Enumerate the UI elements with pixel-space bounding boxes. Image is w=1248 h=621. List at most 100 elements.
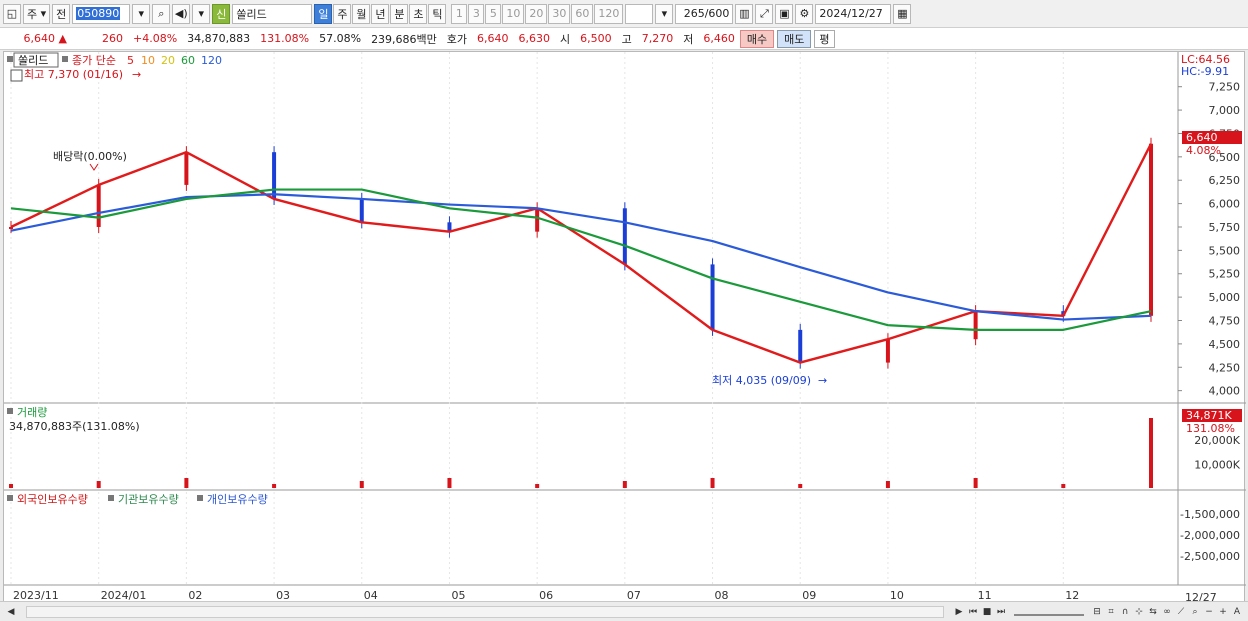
toolbar: ◱ 주 ▾ 전 050890 ▾ ⌕ ◀) ▾ 신 쏠리드 일주월년분초틱 13… [0, 0, 1248, 28]
custom-period-input[interactable] [625, 3, 654, 24]
count-field[interactable]: 265/600 [675, 3, 734, 24]
zoom-in-icon[interactable]: + [1216, 605, 1230, 619]
price-tick-label: 6,000 [1209, 198, 1241, 211]
credit-badge: 신 [212, 3, 231, 24]
count-max: /600 [704, 7, 730, 20]
date-field[interactable]: 2024/12/27 [815, 3, 892, 24]
institution-handle-icon[interactable] [108, 495, 114, 501]
volume-handle-icon[interactable] [7, 408, 13, 414]
zoom-out-icon[interactable]: − [1202, 605, 1216, 619]
high-marker-label: 최고 7,370 (01/16) [24, 68, 123, 81]
quote-volume: 34,870,883 [187, 32, 251, 45]
candle-body [798, 329, 803, 363]
chart-table-icon[interactable] [10, 69, 23, 82]
zoom-icon[interactable]: ⌕ [1188, 605, 1202, 619]
stock-name-field[interactable]: 쏠리드 [232, 3, 313, 24]
quote-volume-ratio: 131.08% [260, 32, 310, 45]
quote-open: 6,500 [580, 32, 612, 45]
sell-button[interactable]: 매도 [777, 29, 812, 48]
volume-tick-label: 20,000K [1194, 434, 1240, 447]
quote-ask2: 6,630 [518, 32, 551, 45]
holdings-tick-label: -2,500,000 [1180, 550, 1240, 563]
scroll-left-icon[interactable]: ◀ [4, 605, 18, 619]
calendar-icon[interactable]: ▦ [893, 3, 912, 24]
save-icon[interactable]: ▣ [775, 3, 794, 24]
period-tab-1[interactable]: 주 [333, 3, 352, 24]
crosshair-icon[interactable]: ⊹ [1132, 605, 1146, 619]
link-icon[interactable]: ∞ [1160, 605, 1174, 619]
font-size-icon[interactable]: A [1230, 605, 1244, 619]
scroll-right-icon[interactable]: ▶ [952, 605, 966, 619]
legend-handle-icon[interactable] [62, 56, 68, 62]
minute-tab-1[interactable]: 1 [451, 3, 468, 24]
market-select[interactable]: 주 ▾ [23, 3, 51, 24]
minute-tab-20[interactable]: 20 [525, 3, 548, 24]
period-tab-6[interactable]: 틱 [428, 3, 447, 24]
minute-tab-5[interactable]: 5 [485, 3, 502, 24]
quote-ask-label: 호가 [446, 32, 468, 46]
candle-body [622, 208, 627, 265]
quote-high-label: 고 [621, 32, 632, 46]
rewind-icon[interactable]: ⏮ [966, 605, 980, 619]
zoom-slider[interactable] [1014, 608, 1084, 616]
ma-legend-title: 종가 단순 [72, 54, 116, 67]
minute-tab-60[interactable]: 60 [571, 3, 594, 24]
last-volume-label: 34,871K [1186, 409, 1232, 422]
quote-amount: 239,686백만 [371, 32, 437, 46]
period-tab-4[interactable]: 분 [390, 3, 409, 24]
horizontal-scrollbar[interactable] [26, 605, 944, 618]
period-tab-0[interactable]: 일 [314, 3, 333, 24]
buy-button[interactable]: 매수 [739, 29, 775, 48]
low-marker-arrow: → [818, 374, 827, 387]
code-input[interactable]: 050890 [72, 3, 131, 24]
chart-svg[interactable]: 7,2507,0006,7506,5006,2506,0005,7505,500… [4, 52, 1246, 604]
last-price-label: 6,640 [1186, 131, 1218, 144]
window-menu-icon[interactable]: ◱ [3, 3, 21, 24]
period-prefix[interactable]: 전 [52, 3, 71, 24]
volume-bar [447, 478, 452, 488]
sound-dropdown-icon[interactable]: ▾ [192, 3, 211, 24]
compare-icon[interactable]: ⇆ [1146, 605, 1160, 619]
price-tick-label: 7,000 [1209, 104, 1241, 117]
draw-tools-icon[interactable]: ⤢ [755, 3, 774, 24]
fast-forward-icon[interactable]: ⏭ [994, 605, 1008, 619]
period-tab-5[interactable]: 초 [409, 3, 428, 24]
custom-period-dropdown-icon[interactable]: ▾ [655, 3, 674, 24]
panel-handle-icon[interactable] [7, 56, 13, 62]
period-tabs: 일주월년분초틱 [314, 3, 447, 24]
quote-open-label: 시 [560, 32, 571, 46]
hc-label: HC:-9.91 [1181, 65, 1229, 78]
market-label: 주 [27, 7, 38, 21]
period-tab-2[interactable]: 월 [352, 3, 371, 24]
ma20-label: 20 [161, 54, 175, 67]
code-dropdown-icon[interactable]: ▾ [132, 3, 151, 24]
ma5-label: 5 [127, 54, 134, 67]
draw-icon[interactable]: ⟋ [1174, 605, 1188, 619]
minute-tab-10[interactable]: 10 [502, 3, 525, 24]
price-tick-label: 4,000 [1209, 385, 1241, 398]
search-icon[interactable]: ⌕ [152, 3, 171, 24]
minute-tab-30[interactable]: 30 [548, 3, 571, 24]
pattern-icon[interactable]: ⌗ [1104, 605, 1118, 619]
volume-current-label: 34,870,883주(131.08%) [9, 420, 140, 433]
price-tick-label: 7,250 [1209, 81, 1241, 94]
chart-area[interactable]: 7,2507,0006,7506,5006,2506,0005,7505,500… [3, 51, 1246, 604]
individual-handle-icon[interactable] [197, 495, 203, 501]
institution-legend: 기관보유수량 [118, 493, 179, 506]
volume-bar [710, 478, 715, 488]
minute-tab-120[interactable]: 120 [594, 3, 624, 24]
last-price-pct: 4.08% [1186, 144, 1221, 157]
bottom-bar: ◀ ▶ ⏮ ■ ⏭ ⊟ ⌗ ∩ ⊹ ⇆ ∞ ⟋ ⌕ − + A [0, 601, 1248, 621]
magnet-icon[interactable]: ∩ [1118, 605, 1132, 619]
sound-icon[interactable]: ◀) [172, 3, 191, 24]
eval-button[interactable]: 평 [814, 29, 835, 48]
period-tab-3[interactable]: 년 [371, 3, 390, 24]
holdings-handle-icon[interactable] [7, 495, 13, 501]
settings-icon[interactable]: ⚙ [795, 3, 814, 24]
minute-tab-3[interactable]: 3 [468, 3, 485, 24]
candle-type-icon[interactable]: ▥ [735, 3, 754, 24]
price-tick-label: 5,500 [1209, 244, 1241, 257]
ruler-icon[interactable]: ⊟ [1090, 605, 1104, 619]
quote-bar: 6,640 ▲ 260 +4.08% 34,870,883 131.08% 57… [0, 28, 1248, 50]
stop-icon[interactable]: ■ [980, 605, 994, 619]
